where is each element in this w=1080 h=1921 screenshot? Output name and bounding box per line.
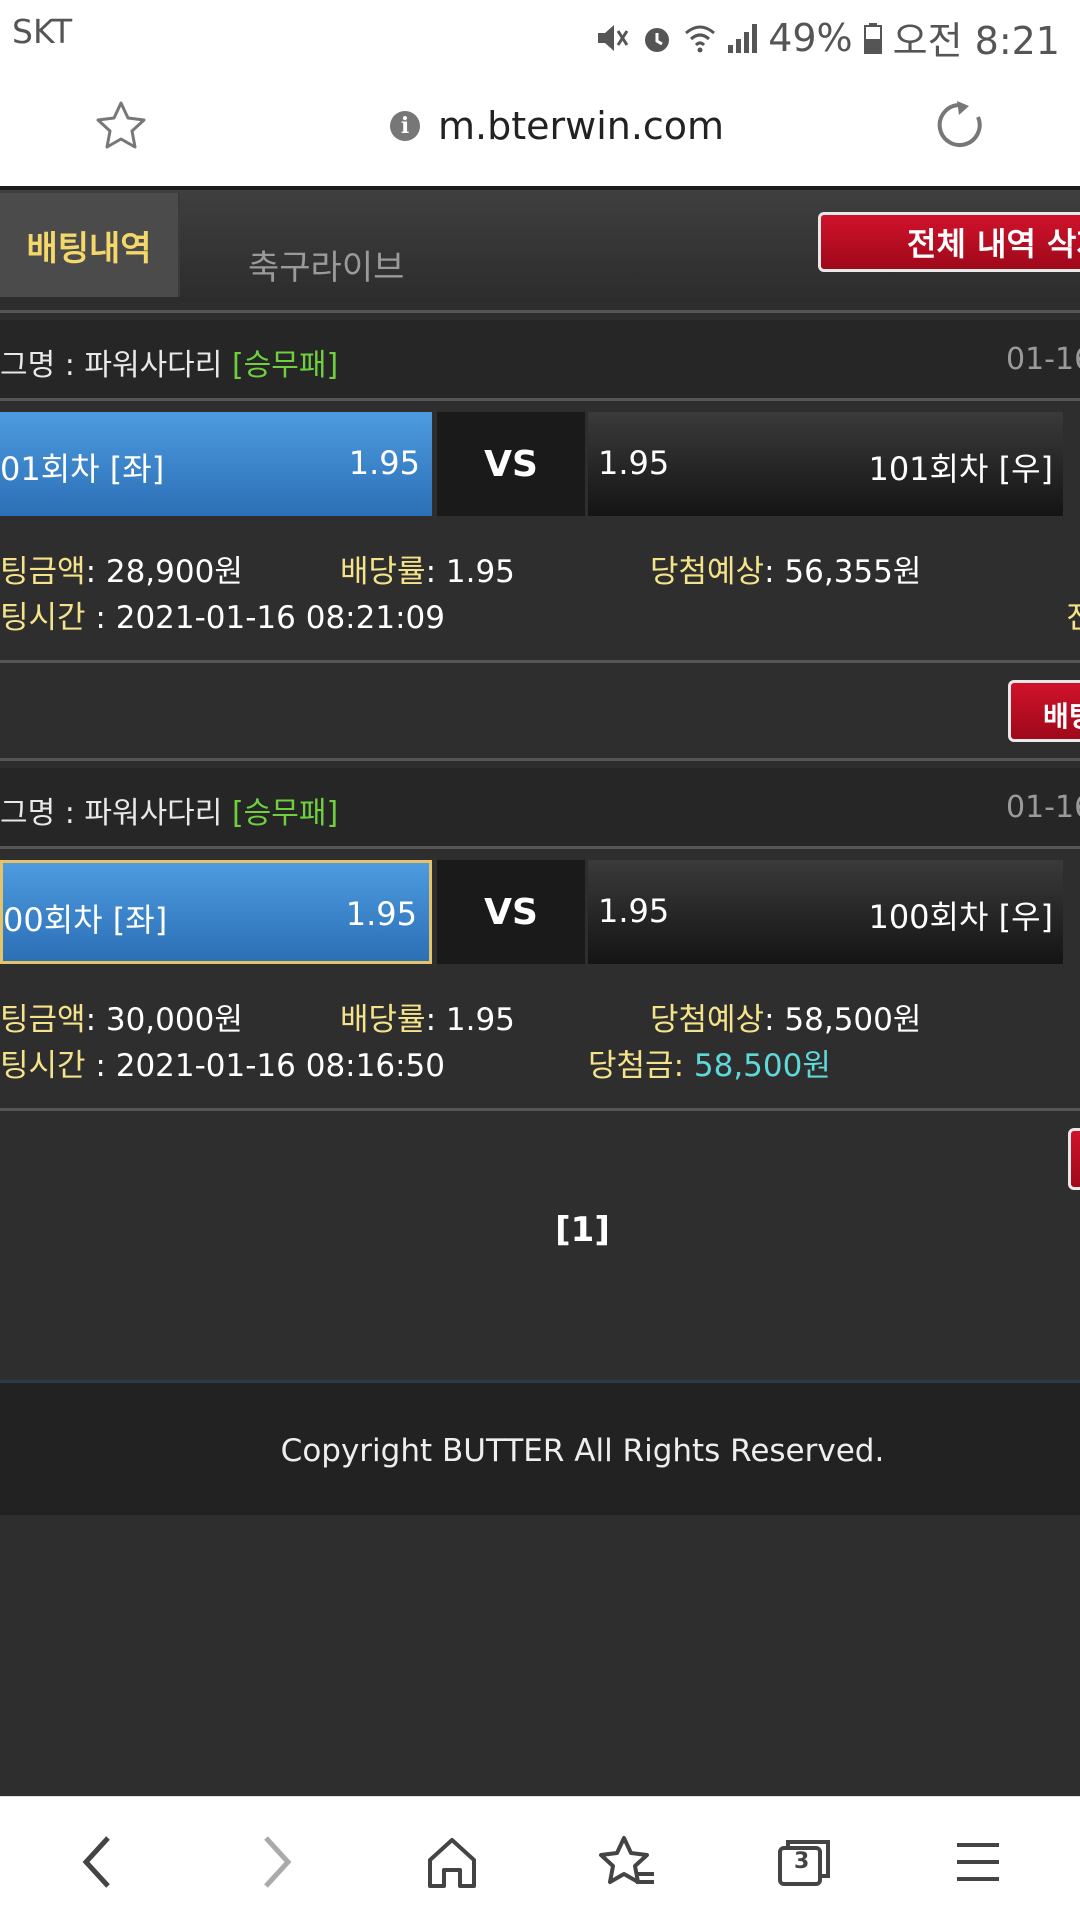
bet-date: 01-16 <box>1006 790 1080 825</box>
expected-win-label: 당첨예상 <box>650 554 765 590</box>
right-team-odd: 1.95 <box>598 444 670 482</box>
status-cut-text: 진 <box>1066 592 1080 637</box>
league-label: 그명 : 파워사다리 [승무패] <box>0 788 338 832</box>
alarm-icon <box>645 27 670 52</box>
left-team-option[interactable]: 01회차 [좌] 1.95 <box>0 412 432 516</box>
win-amount-label: 당첨금 <box>588 1048 674 1084</box>
clock: 오전 8:21 <box>892 19 1060 63</box>
expected-win: 당첨예상: 56,355원 <box>650 546 921 591</box>
footer: Copyright BUTTER All Rights Reserved. <box>0 1380 1080 1515</box>
signal-icon <box>728 23 758 53</box>
copyright-text: Copyright BUTTER All Rights Reserved. <box>280 1433 885 1469</box>
mute-icon <box>598 24 629 51</box>
right-team-name: 101회차 [우] <box>868 450 1053 488</box>
bet-time: 팅시간 : 2021-01-16 08:16:50 <box>0 1040 445 1085</box>
bookmarks-button[interactable] <box>588 1827 668 1897</box>
hamburger-menu-icon <box>957 1843 999 1881</box>
tab-count: 3 <box>794 1849 810 1874</box>
expected-win: 당첨예상: 58,500원 <box>650 994 921 1039</box>
bet-time-label: 팅시간 <box>0 1048 86 1084</box>
bet-amount-value: : 28,900원 <box>85 554 243 590</box>
wifi-icon <box>685 25 716 52</box>
divider <box>0 398 1080 401</box>
menu-button[interactable] <box>938 1827 1018 1897</box>
league-label: 그명 : 파워사다리 [승무패] <box>0 340 338 384</box>
home-icon <box>428 1838 476 1888</box>
star-icon[interactable] <box>95 100 147 150</box>
left-team-odd: 1.95 <box>345 895 417 933</box>
bet-time: 팅시간 : 2021-01-16 08:21:09 <box>0 592 445 637</box>
odds-rate: 배당률: 1.95 <box>340 546 515 591</box>
browser-url-bar: i m.bterwin.com <box>0 62 1080 190</box>
vs-label: VS <box>437 860 585 964</box>
left-team-name: 01회차 [좌] <box>0 450 165 488</box>
tab-bar: 배팅내역 축구라이브 전체 내역 삭제 <box>0 190 1080 302</box>
carrier-label: SKT <box>12 12 73 51</box>
bookmark-star-icon <box>599 1836 654 1884</box>
bet-amount-label: 팅금액 <box>0 1002 86 1038</box>
info-icon[interactable]: i <box>390 111 420 141</box>
battery-percent: 49% <box>768 15 853 60</box>
tab-soccer-live[interactable]: 축구라이브 <box>248 240 404 289</box>
odds-rate: 배당률: 1.95 <box>340 994 515 1039</box>
league-name: 그명 : 파워사다리 <box>0 796 223 831</box>
win-amount: 당첨금: 58,500원 <box>588 1048 831 1084</box>
expected-win-label: 당첨예상 <box>650 1002 765 1038</box>
expected-win-value: : 58,500원 <box>764 1002 922 1038</box>
bet-amount-label: 팅금액 <box>0 554 86 590</box>
url-text: m.bterwin.com <box>438 104 725 148</box>
win-amount-value: 58,500원 <box>693 1048 831 1084</box>
right-team-option[interactable]: 1.95 101회차 [우] <box>588 412 1063 516</box>
divider <box>0 1108 1080 1111</box>
expected-win-value: : 56,355원 <box>764 554 922 590</box>
bet-time-label: 팅시간 <box>0 600 86 636</box>
address-field[interactable]: i m.bterwin.com <box>390 104 724 148</box>
league-name: 그명 : 파워사다리 <box>0 348 223 383</box>
bet-action-button[interactable] <box>1068 1128 1080 1190</box>
tabs-button[interactable]: 3 <box>764 1827 844 1897</box>
delete-all-history-button[interactable]: 전체 내역 삭제 <box>818 212 1080 272</box>
right-team-option[interactable]: 1.95 100회차 [우] <box>588 860 1063 964</box>
bet-amount-value: : 30,000원 <box>85 1002 243 1038</box>
back-button[interactable] <box>58 1827 138 1897</box>
odds-rate-label: 배당률 <box>340 1002 426 1038</box>
status-icons: 49% 오전 8:21 <box>594 10 1060 65</box>
home-button[interactable] <box>412 1827 492 1897</box>
left-team-odd: 1.95 <box>348 444 420 482</box>
bet-type: [승무패] <box>231 348 339 383</box>
bet-action-button[interactable]: 배팅 <box>1008 680 1080 742</box>
left-team-name: 00회차 [좌] <box>3 901 168 939</box>
chevron-left-icon <box>82 1836 110 1888</box>
chevron-right-icon <box>264 1836 292 1888</box>
odds-rate-value: : 1.95 <box>425 1002 515 1038</box>
divider <box>0 758 1080 761</box>
bet-amount: 팅금액: 30,000원 <box>0 994 243 1039</box>
right-team-name: 100회차 [우] <box>868 898 1053 936</box>
bet-date: 01-16 <box>1006 342 1080 377</box>
pagination-current[interactable]: [1] <box>0 1210 1080 1250</box>
divider <box>0 310 1080 313</box>
divider <box>0 660 1080 663</box>
right-team-odd: 1.95 <box>598 892 670 930</box>
battery-icon <box>863 22 882 54</box>
divider <box>0 846 1080 849</box>
bet-time-value: : 2021-01-16 08:21:09 <box>85 600 445 636</box>
reload-icon[interactable] <box>935 100 985 150</box>
left-team-option-selected[interactable]: 00회차 [좌] 1.95 <box>0 860 432 964</box>
odds-rate-value: : 1.95 <box>425 554 515 590</box>
league-row: 그명 : 파워사다리 [승무패] 01-16 <box>0 320 1080 398</box>
tab-bet-history[interactable]: 배팅내역 <box>0 193 180 297</box>
odds-rate-label: 배당률 <box>340 554 426 590</box>
bet-amount: 팅금액: 28,900원 <box>0 546 243 591</box>
browser-bottom-nav: 3 <box>0 1796 1080 1921</box>
forward-button[interactable] <box>236 1827 316 1897</box>
league-row: 그명 : 파워사다리 [승무패] 01-16 <box>0 768 1080 846</box>
status-bar: SKT 49% 오전 8:21 <box>0 0 1080 65</box>
bet-time-value: : 2021-01-16 08:16:50 <box>85 1048 445 1084</box>
bet-type: [승무패] <box>231 796 339 831</box>
vs-label: VS <box>437 412 585 516</box>
